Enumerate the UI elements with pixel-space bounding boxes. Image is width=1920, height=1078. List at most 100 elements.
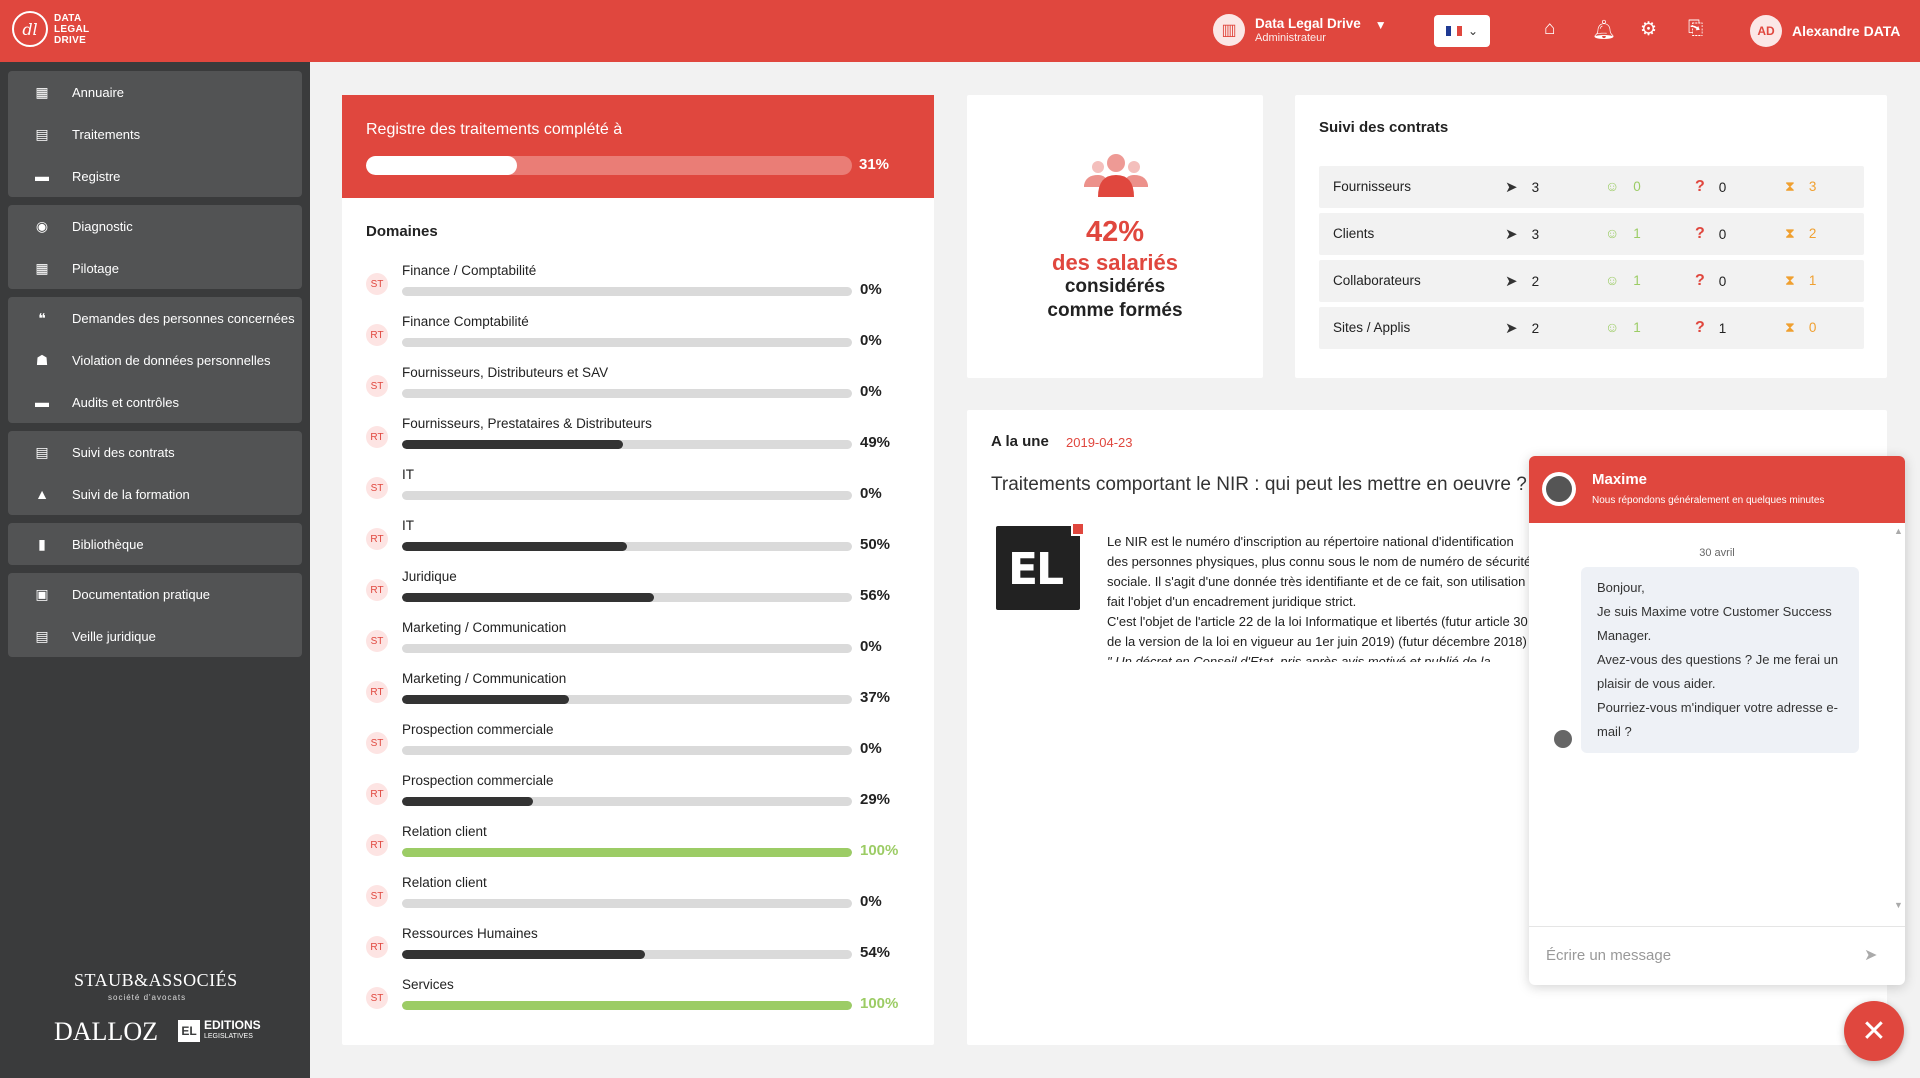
sidebar-item-annuaire[interactable]: ▦ Annuaire — [8, 71, 302, 113]
people-group-icon — [1084, 154, 1148, 197]
news-title[interactable]: Traitements comportant le NIR : qui peut… — [991, 474, 1527, 496]
sidebar-item-registre[interactable]: ▬ Registre — [8, 155, 302, 197]
domain-row[interactable]: RT Ressources Humaines 54% — [366, 926, 926, 977]
domain-name: Ressources Humaines — [402, 926, 538, 941]
nav-group-registry: ▦ Annuaire ▤ Traitements ▬ Registre — [8, 71, 302, 197]
domain-row[interactable]: ST Marketing / Communication 0% — [366, 620, 926, 671]
document-icon: ▬ — [35, 168, 49, 184]
domain-row[interactable]: RT IT 50% — [366, 518, 926, 569]
news-section-label: A la une — [991, 433, 1049, 450]
signed-cell: ☺ 0 — [1605, 178, 1641, 194]
home-icon[interactable]: ⌂ — [1544, 18, 1555, 40]
sidebar-item-violation[interactable]: ☗ Violation de données personnelles — [8, 339, 302, 381]
domain-row[interactable]: ST IT 0% — [366, 467, 926, 518]
chat-scrollbar[interactable]: ▲ ▼ — [1894, 526, 1903, 910]
domain-type-badge: ST — [366, 477, 388, 499]
user-secret-icon: ☗ — [35, 351, 49, 368]
gear-icon[interactable]: ⚙ — [1640, 18, 1657, 41]
graduation-cap-icon: ▲ — [35, 486, 49, 502]
domain-progress-value: 54% — [860, 944, 891, 961]
domain-row[interactable]: ST Fournisseurs, Distributeurs et SAV 0% — [366, 365, 926, 416]
sidebar-item-suivi-contrats[interactable]: ▤ Suivi des contrats — [8, 431, 302, 473]
trained-employees-line2: considérés comme formés — [967, 275, 1263, 323]
logo-text: DATA LEGAL DRIVE — [54, 13, 89, 46]
domain-progress-value: 0% — [860, 893, 882, 910]
sidebar-item-label: Diagnostic — [72, 218, 133, 234]
pending-count: 3 — [1808, 179, 1817, 194]
contract-row[interactable]: Clients ➤ 3 ☺ 1? 0 ⧗ 2 — [1319, 213, 1864, 255]
domain-row[interactable]: RT Prospection commerciale 29% — [366, 773, 926, 824]
french-flag-icon — [1445, 26, 1462, 36]
send-icon[interactable]: ➤ — [1864, 945, 1877, 965]
domain-type-badge: RT — [366, 834, 388, 856]
sidebar-item-audits[interactable]: ▬ Audits et contrôles — [8, 381, 302, 423]
sidebar-item-demandes[interactable]: ❝ Demandes des personnes concernées — [8, 297, 302, 339]
domain-row[interactable]: ST Finance / Comptabilité 0% — [366, 263, 926, 314]
nav-group-documentation: ▣ Documentation pratique ▤ Veille juridiqu… — [8, 573, 302, 657]
domain-progress-fill — [402, 695, 569, 704]
organization-switcher[interactable]: ▥ Data Legal Drive Administrateur ▼ — [1213, 14, 1387, 46]
contract-row[interactable]: Collaborateurs ➤ 2 ☺ 1? 0 ⧗ 1 — [1319, 260, 1864, 302]
signed-cell: ☺ 1 — [1605, 272, 1641, 288]
domain-progress-bar — [402, 491, 852, 500]
domain-progress-bar — [402, 644, 852, 653]
contract-category: Collaborateurs — [1333, 273, 1421, 288]
close-icon: ✕ — [1861, 1014, 1887, 1048]
sidebar-item-label: Audits et contrôles — [72, 394, 179, 410]
chat-input-area: Écrire un message ➤ — [1529, 926, 1905, 985]
registre-card: Registre des traitements complété à 31% … — [342, 95, 934, 1045]
sidebar-item-pilotage[interactable]: ▦ Pilotage — [8, 247, 302, 289]
question-count: 0 — [1718, 273, 1727, 289]
scroll-down-icon[interactable]: ▼ — [1894, 900, 1903, 910]
contract-category: Sites / Applis — [1333, 320, 1411, 335]
sidebar-item-label: Suivi des contrats — [72, 444, 175, 460]
bell-icon[interactable]: 🔔︎ — [1592, 18, 1616, 42]
sidebar-item-bibliotheque[interactable]: ▮ Bibliothèque — [8, 523, 302, 565]
domain-row[interactable]: RT Finance Comptabilité 0% — [366, 314, 926, 365]
question-cell: ? 0 — [1695, 272, 1726, 290]
sidebar-item-documentation[interactable]: ▣ Documentation pratique — [8, 573, 302, 615]
agent-name: Maxime — [1592, 471, 1648, 488]
sent-count: 2 — [1531, 320, 1540, 336]
domain-name: Services — [402, 977, 454, 992]
chat-message-input[interactable]: Écrire un message — [1546, 947, 1671, 964]
domain-row[interactable]: RT Marketing / Communication 37% — [366, 671, 926, 722]
domain-progress-value: 0% — [860, 332, 882, 349]
language-selector[interactable]: ⌄ — [1434, 15, 1490, 47]
pending-count: 2 — [1808, 226, 1817, 241]
close-chat-button[interactable]: ✕ — [1844, 1001, 1904, 1061]
logout-door-icon[interactable]: ⎘ — [1688, 18, 1703, 40]
chevron-down-icon: ▼ — [1374, 18, 1387, 32]
domain-progress-value: 29% — [860, 791, 891, 808]
domain-name: Relation client — [402, 824, 487, 839]
user-menu[interactable]: AD Alexandre DATA — [1750, 15, 1900, 47]
app-logo[interactable]: dl DATA LEGAL DRIVE — [12, 11, 89, 47]
domain-row[interactable]: RT Juridique 56% — [366, 569, 926, 620]
sidebar-item-traitements[interactable]: ▤ Traitements — [8, 113, 302, 155]
pending-count: 0 — [1808, 320, 1817, 335]
domain-row[interactable]: RT Fournisseurs, Prestataires & Distribut… — [366, 416, 926, 467]
domain-row[interactable]: RT Relation client 100% — [366, 824, 926, 875]
domain-type-badge: RT — [366, 426, 388, 448]
contract-row[interactable]: Fournisseurs ➤ 3 ☺ 0? 0 ⧗ 3 — [1319, 166, 1864, 208]
news-paragraph: C'est l'objet de l'article 22 de la loi … — [1107, 612, 1535, 662]
contract-row[interactable]: Sites / Applis ➤ 2 ☺ 1? 1 ⧗ 0 — [1319, 307, 1864, 349]
domain-name: Marketing / Communication — [402, 671, 567, 686]
pending-cell: ⧗ 1 — [1785, 272, 1816, 289]
scroll-up-icon[interactable]: ▲ — [1894, 526, 1903, 536]
logo-letters: EL — [1008, 544, 1064, 595]
domain-row[interactable]: ST Relation client 0% — [366, 875, 926, 926]
chat-message-line: Pourriez-vous m'indiquer votre adresse e… — [1597, 700, 1838, 739]
news-excerpt: Le NIR est le numéro d'inscription au ré… — [1107, 532, 1535, 662]
sidebar-item-veille[interactable]: ▤ Veille juridique — [8, 615, 302, 657]
domain-progress-value: 56% — [860, 587, 891, 604]
domain-type-badge: ST — [366, 375, 388, 397]
domain-row[interactable]: ST Services 100% — [366, 977, 926, 1028]
domain-progress-value: 37% — [860, 689, 891, 706]
sidebar-item-diagnostic[interactable]: ◉ Diagnostic — [8, 205, 302, 247]
nav-group-library: ▮ Bibliothèque — [8, 523, 302, 565]
sidebar-item-suivi-formation[interactable]: ▲ Suivi de la formation — [8, 473, 302, 515]
clipboard-icon: ▤ — [35, 443, 49, 460]
domain-row[interactable]: ST Prospection commerciale 0% — [366, 722, 926, 773]
news-date: 2019-04-23 — [1066, 435, 1133, 450]
